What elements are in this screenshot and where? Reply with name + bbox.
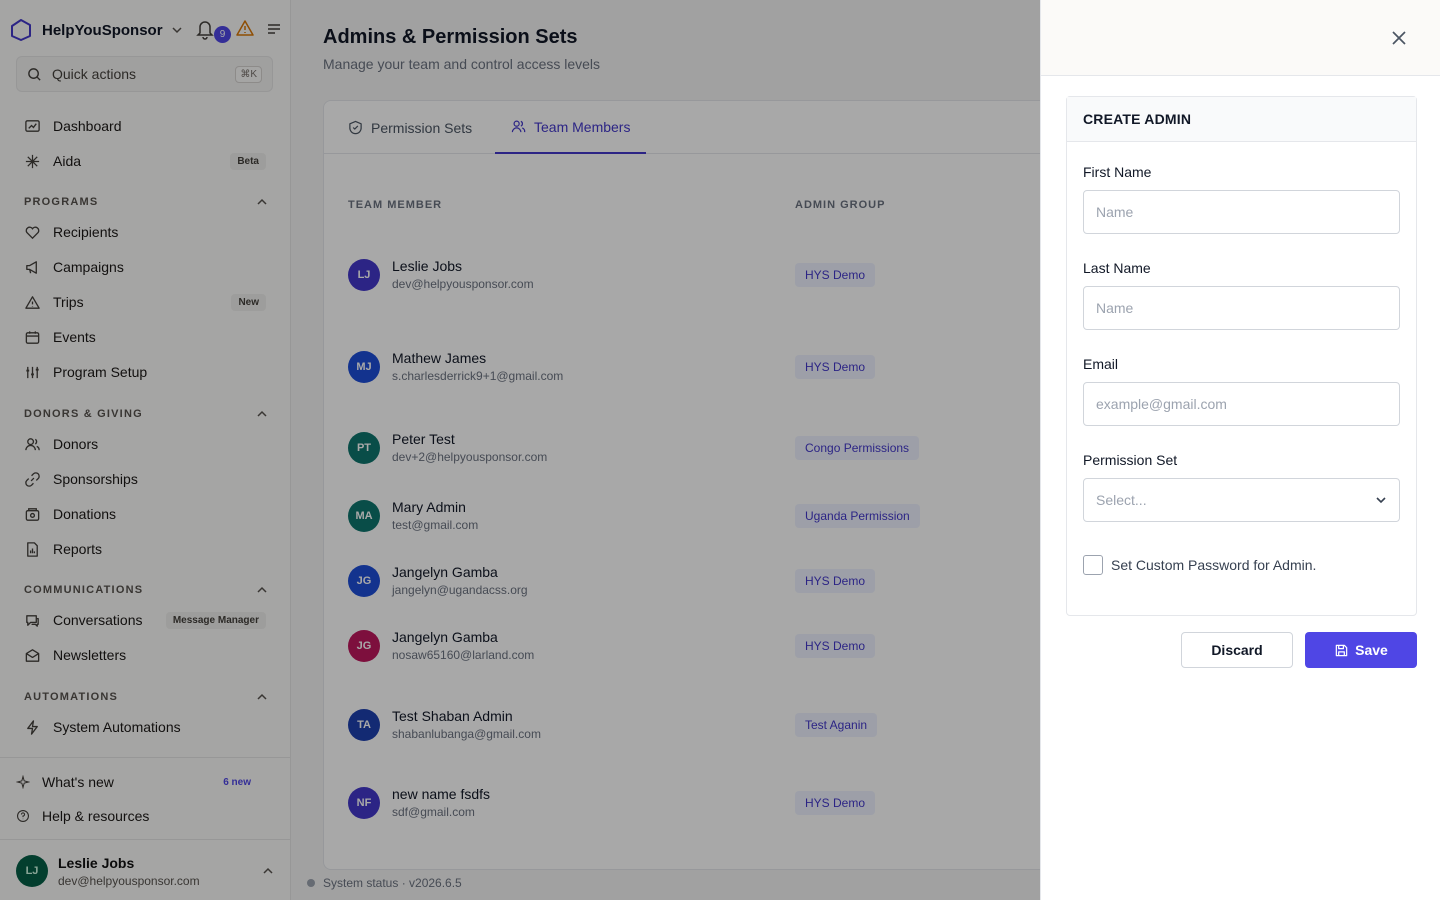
last-name-label: Last Name: [1083, 260, 1151, 276]
close-icon[interactable]: [1389, 28, 1409, 48]
create-admin-form: CREATE ADMIN First Name Last Name Email …: [1066, 96, 1417, 616]
custom-password-option[interactable]: Set Custom Password for Admin.: [1083, 555, 1316, 575]
select-value: Select...: [1096, 492, 1147, 508]
email-input[interactable]: [1083, 382, 1400, 426]
discard-button[interactable]: Discard: [1181, 632, 1293, 668]
modal-overlay[interactable]: [0, 0, 1040, 900]
save-button[interactable]: Save: [1305, 632, 1417, 668]
email-label: Email: [1083, 356, 1119, 372]
first-name-input[interactable]: [1083, 190, 1400, 234]
last-name-input[interactable]: [1083, 286, 1400, 330]
first-name-label: First Name: [1083, 164, 1152, 180]
chevron-down-icon: [1376, 497, 1386, 504]
create-admin-drawer: CREATE ADMIN First Name Last Name Email …: [1040, 0, 1440, 900]
permission-set-label: Permission Set: [1083, 452, 1178, 468]
permission-set-select[interactable]: Select...: [1083, 478, 1400, 522]
save-label: Save: [1355, 642, 1388, 658]
save-icon: [1335, 644, 1348, 656]
drawer-header: [1041, 0, 1440, 76]
form-title: CREATE ADMIN: [1067, 97, 1416, 142]
custom-password-label: Set Custom Password for Admin.: [1111, 557, 1317, 573]
custom-password-checkbox[interactable]: [1083, 555, 1103, 575]
